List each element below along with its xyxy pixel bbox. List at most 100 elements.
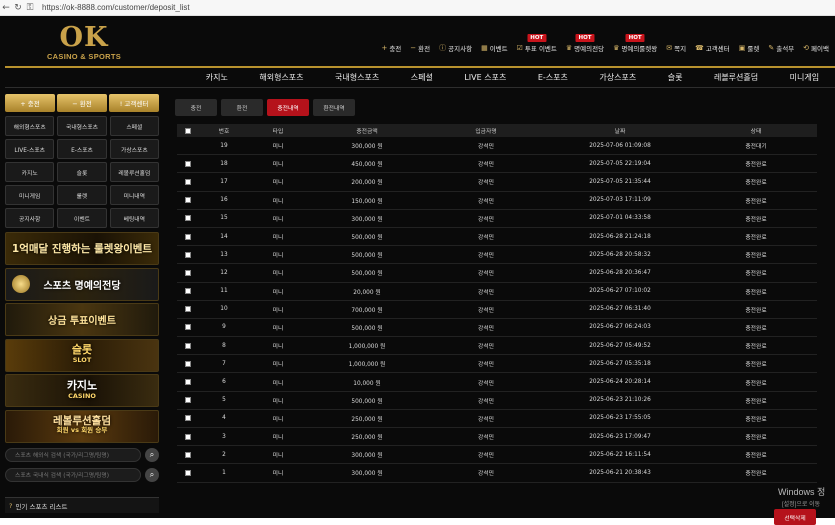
checkbox[interactable]: [185, 288, 191, 295]
sidebar-grid-item[interactable]: 슬롯: [57, 162, 107, 182]
main-nav-item[interactable]: 해외형스포츠: [259, 72, 303, 83]
sidebar-top-button[interactable]: − 환전: [57, 94, 107, 112]
row-checkbox-cell[interactable]: [177, 251, 199, 258]
tab-item[interactable]: 환전: [221, 99, 263, 116]
main-nav-item[interactable]: LIVE 스포츠: [464, 72, 506, 83]
main-nav-item[interactable]: 미니게임: [790, 72, 819, 83]
main-nav-item[interactable]: 스페셜: [411, 72, 433, 83]
top-menu-item[interactable]: ☎ 고객센터: [695, 43, 730, 53]
banner-vote-event[interactable]: 상금 투표이벤트: [5, 303, 159, 336]
table-cell: 충전완료: [745, 435, 767, 442]
sidebar-grid-item[interactable]: 레볼루션홀덤: [109, 162, 159, 182]
checkbox[interactable]: [185, 469, 191, 476]
sidebar-grid-item[interactable]: 공지사항: [5, 208, 55, 228]
sidebar-grid-item[interactable]: 국내형스포츠: [57, 116, 107, 136]
sidebar-grid-item[interactable]: 이벤트: [57, 208, 107, 228]
top-menu-item[interactable]: − 환전: [410, 43, 430, 53]
main-nav-item[interactable]: 레볼루션홀덤: [714, 72, 758, 83]
search-input-overseas[interactable]: 스포츠 해외식 검색 (국가/리그명/팀명): [5, 447, 141, 462]
checkbox[interactable]: [185, 433, 191, 440]
top-menu-item[interactable]: ▦ 이벤트: [481, 43, 508, 53]
logo[interactable]: OK CASINO & SPORTS: [44, 24, 124, 62]
row-checkbox-cell[interactable]: [177, 415, 199, 422]
main-nav-item[interactable]: 가상스포츠: [599, 72, 636, 83]
top-menu-item[interactable]: ♛ 명예의룰렛왕 HOT: [613, 34, 657, 53]
banner-slot[interactable]: 슬롯 SLOT: [5, 338, 159, 372]
tab-item[interactable]: 충전: [175, 99, 217, 116]
checkbox[interactable]: [185, 127, 191, 134]
top-menu-item[interactable]: ▣ 룰렛: [739, 43, 760, 53]
top-menu-item[interactable]: ♛ 명예의전당 HOT: [566, 34, 604, 53]
row-checkbox-cell[interactable]: [177, 215, 199, 222]
sidebar-grid-item[interactable]: 가상스포츠: [109, 139, 159, 159]
checkbox[interactable]: [185, 397, 191, 404]
main-nav-item[interactable]: 카지노: [206, 72, 228, 83]
row-checkbox-cell[interactable]: [177, 324, 199, 331]
address-bar[interactable]: https://ok-8888.com/customer/deposit_lis…: [42, 3, 190, 12]
row-checkbox-cell[interactable]: [177, 379, 199, 386]
row-checkbox-cell[interactable]: [177, 288, 199, 295]
table-cell: 강석민: [478, 398, 494, 405]
back-icon[interactable]: ←: [0, 3, 12, 13]
row-checkbox-cell[interactable]: [177, 160, 199, 167]
checkbox[interactable]: [185, 178, 191, 185]
sidebar-top-button[interactable]: + 충전: [5, 94, 55, 112]
banner-casino[interactable]: 카지노 CASINO: [5, 374, 159, 407]
sidebar-grid-item[interactable]: LIVE-스포츠: [5, 139, 55, 159]
checkbox[interactable]: [185, 324, 191, 331]
top-menu-item[interactable]: ✎ 출석부: [768, 43, 794, 53]
row-checkbox-cell[interactable]: [177, 451, 199, 458]
checkbox[interactable]: [185, 306, 191, 313]
sidebar-grid-item[interactable]: 룰렛: [57, 185, 107, 205]
row-checkbox-cell[interactable]: [177, 306, 199, 313]
reload-icon[interactable]: ↻: [12, 3, 24, 13]
row-checkbox-cell[interactable]: [177, 233, 199, 240]
banner-sports-hall-of-fame[interactable]: 스포츠 명예의전당: [5, 267, 159, 301]
sidebar-grid-item[interactable]: 해외형스포츠: [5, 116, 55, 136]
tab-item[interactable]: 충전내역: [267, 99, 309, 116]
banner-revolution-holdem[interactable]: 레볼루션홀덤 회원 vs 회원 승부: [5, 409, 159, 443]
checkbox[interactable]: [185, 415, 191, 422]
row-checkbox-cell[interactable]: [177, 433, 199, 440]
sidebar-grid-item[interactable]: 미니내역: [109, 185, 159, 205]
checkbox[interactable]: [185, 160, 191, 167]
search-input-domestic[interactable]: 스포츠 국내식 검색 (국가/리그명/팀명): [5, 467, 141, 482]
delete-selected-button[interactable]: 선택삭제: [774, 509, 816, 525]
tab-item[interactable]: 환전내역: [313, 99, 355, 116]
row-checkbox-cell[interactable]: [177, 469, 199, 476]
top-menu-item[interactable]: ⟲ 페이백: [803, 43, 829, 53]
row-checkbox-cell[interactable]: [177, 269, 199, 276]
checkbox[interactable]: [185, 342, 191, 349]
checkbox[interactable]: [185, 251, 191, 258]
top-menu-item[interactable]: ☑ 투표 이벤트 HOT: [517, 34, 557, 53]
row-checkbox-cell[interactable]: [177, 342, 199, 349]
sidebar-grid-item[interactable]: 베팅내역: [109, 208, 159, 228]
main-nav-item[interactable]: E-스포츠: [538, 72, 568, 83]
checkbox[interactable]: [185, 215, 191, 222]
sidebar-grid-item[interactable]: 스페셜: [109, 116, 159, 136]
row-checkbox-cell[interactable]: [177, 178, 199, 185]
checkbox[interactable]: [185, 360, 191, 367]
top-menu-item[interactable]: + 충전: [381, 43, 401, 53]
row-checkbox-cell[interactable]: [177, 360, 199, 367]
select-all-checkbox[interactable]: [177, 127, 199, 134]
top-menu-item[interactable]: ⓘ 공지사항: [439, 43, 472, 53]
checkbox[interactable]: [185, 379, 191, 386]
top-menu-item[interactable]: ✉ 쪽지: [666, 43, 686, 53]
search-icon[interactable]: ⌕: [145, 447, 159, 462]
checkbox[interactable]: [185, 269, 191, 276]
search-icon[interactable]: ⌕: [145, 467, 159, 482]
sidebar-grid-item[interactable]: E-스포츠: [57, 139, 107, 159]
checkbox[interactable]: [185, 197, 191, 204]
checkbox[interactable]: [185, 233, 191, 240]
main-nav-item[interactable]: 국내형스포츠: [335, 72, 379, 83]
sidebar-grid-item[interactable]: 카지노: [5, 162, 55, 182]
main-nav-item[interactable]: 슬롯: [668, 72, 683, 83]
sidebar-grid-item[interactable]: 미니게임: [5, 185, 55, 205]
sidebar-top-button[interactable]: ! 고객센터: [109, 94, 159, 112]
banner-roulette-event[interactable]: 1억매달 진행하는 룰렛왕이벤트: [5, 232, 159, 265]
popular-sports-list[interactable]: ? 인기 스포츠 리스트: [5, 497, 159, 513]
row-checkbox-cell[interactable]: [177, 397, 199, 404]
row-checkbox-cell[interactable]: [177, 197, 199, 204]
checkbox[interactable]: [185, 451, 191, 458]
